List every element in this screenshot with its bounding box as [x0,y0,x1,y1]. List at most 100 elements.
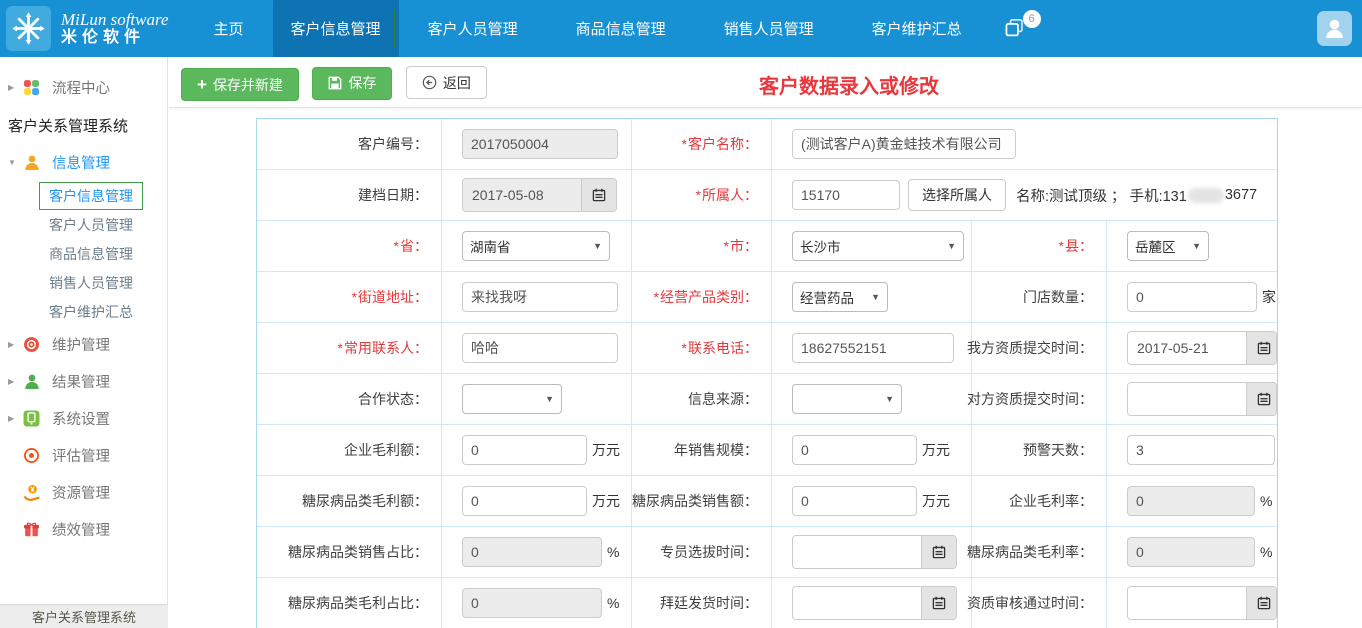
diabetes-sales-input[interactable] [792,486,917,516]
snowflake-icon [6,6,51,51]
form-field-cell: 湖南省▼ [442,221,632,271]
calendar-icon[interactable] [1246,332,1277,364]
form-field-cell: ▼ [772,374,972,424]
date-value-input[interactable] [1128,383,1246,415]
date-value-input[interactable] [1128,332,1246,364]
nav-item-label: 客户维护汇总 [858,9,976,48]
warning-days-input[interactable] [1127,435,1275,465]
calendar-icon[interactable] [581,179,616,211]
sidebar-subitem-customer-maintenance-summary[interactable]: 客户维护汇总 [0,297,167,326]
contact-phone-input[interactable] [792,333,954,363]
create-date-input [462,178,617,212]
product-category-select[interactable]: 经营药品▼ [792,282,888,312]
date-value-input [463,179,581,211]
sidebar-item-process-center[interactable]: ▶流程中心 [0,69,167,106]
date-value-input[interactable] [793,536,921,568]
open-tabs-indicator[interactable]: 6 [1003,0,1037,57]
street-address-input[interactable] [462,282,618,312]
store-count-input[interactable] [1127,282,1257,312]
date-value-input[interactable] [793,587,921,619]
form-field-cell: % [442,527,632,577]
sidebar-item-evaluation-management[interactable]: 评估管理 [0,437,167,474]
save-button[interactable]: 保存 [312,67,392,100]
gross-margin-input [1127,486,1255,516]
owner-label: *所属人： [632,170,772,220]
sidebar-item-result-management[interactable]: ▶结果管理 [0,363,167,400]
nav-item-label: 销售人员管理 [710,9,828,48]
sidebar-subitem-sales-staff-management[interactable]: 销售人员管理 [0,268,167,297]
required-asterisk: * [682,340,687,356]
county-select[interactable]: 岳麓区▼ [1127,231,1209,261]
info-source-select[interactable]: ▼ [792,384,902,414]
user-avatar[interactable] [1317,11,1352,46]
maintain-icon [23,336,40,353]
gross-profit-label: 企业毛利额： [257,425,442,475]
form-row: *街道地址：*经营产品类别：经营药品▼门店数量：家 [257,272,1277,323]
sidebar-item-info-management[interactable]: ▼信息管理 [0,144,167,181]
info-source-label: 信息来源： [632,374,772,424]
save-and-new-button[interactable]: + 保存并新建 [181,68,299,101]
form-field-cell: 万元 [442,425,632,475]
sidebar-subitem-customer-staff-management[interactable]: 客户人员管理 [0,210,167,239]
form-field-cell [1107,425,1277,475]
save-and-new-label: 保存并新建 [213,75,283,95]
top-header: MiLun software 米伦软件 主页客户信息管理客户人员管理商品信息管理… [0,0,1362,57]
unit-label: 万元 [922,440,950,460]
sidebar-item-resource-management[interactable]: 资源管理 [0,474,167,511]
contact-person-input[interactable] [462,333,618,363]
nav-item-customer-maintenance-summary[interactable]: 客户维护汇总 [843,0,991,57]
form-field-cell: % [1107,476,1277,526]
select-owner-button[interactable]: 选择所属人 [908,179,1006,211]
required-asterisk: * [724,238,729,254]
target-icon [23,447,40,464]
form-field-cell [442,170,632,220]
customer-name-input[interactable] [792,129,1016,159]
gross-profit-input[interactable] [462,435,587,465]
calendar-icon[interactable] [1246,383,1277,415]
logo-text: MiLun software 米伦软件 [61,10,169,48]
select-value: 岳麓区 [1135,236,1176,256]
form-field-cell: 岳麓区▼ [1107,221,1277,271]
county-label: *县： [972,221,1107,271]
save-label: 保存 [348,73,376,93]
cooperation-status-label: 合作状态： [257,374,442,424]
nav-item-home[interactable]: 主页 [185,0,273,57]
calendar-icon [932,596,946,610]
nav-item-product-info-management[interactable]: 商品信息管理 [547,0,695,57]
date-value-input[interactable] [1128,587,1246,619]
calendar-icon[interactable] [921,587,956,619]
form-field-cell: 长沙市▼ [772,221,972,271]
sidebar-subitem-label: 客户人员管理 [49,215,133,235]
sidebar-item-performance-management[interactable]: 绩效管理 [0,511,167,548]
contact-phone-label: *联系电话： [632,323,772,373]
calendar-icon[interactable] [1246,587,1277,619]
annual-sales-input[interactable] [792,435,917,465]
chevron-down-icon: ▼ [885,394,894,404]
form-field-cell: ▼ [442,374,632,424]
calendar-icon [1257,392,1271,406]
customer-code-input [462,129,618,159]
nav-item-sales-staff-management[interactable]: 销售人员管理 [695,0,843,57]
nav-item-label: 商品信息管理 [562,9,680,48]
sidebar-subitem-product-info-management[interactable]: 商品信息管理 [0,239,167,268]
sidebar-subitem-customer-info-management[interactable]: 客户信息管理 [0,181,167,210]
person-orange-icon [23,154,41,172]
logo-subtitle: 米伦软件 [61,29,169,47]
diabetes-gross-profit-input[interactable] [462,486,587,516]
settings-icon [23,410,40,427]
sidebar-item-system-settings[interactable]: ▶系统设置 [0,400,167,437]
back-icon [422,75,437,90]
owner-input[interactable] [792,180,900,210]
calendar-icon[interactable] [921,536,956,568]
back-button[interactable]: 返回 [406,66,487,99]
city-select[interactable]: 长沙市▼ [792,231,964,261]
sidebar-item-maintenance-management[interactable]: ▶维护管理 [0,326,167,363]
nav-item-customer-staff-management[interactable]: 客户人员管理 [399,0,547,57]
province-select[interactable]: 湖南省▼ [462,231,610,261]
form-field-cell [772,323,972,373]
chevron-right-icon: ▶ [8,414,23,423]
nav-item-customer-info-management[interactable]: 客户信息管理 [273,0,399,57]
select-value: 经营药品 [800,287,854,307]
cooperation-status-select[interactable]: ▼ [462,384,562,414]
sidebar-item-label: 维护管理 [52,334,110,355]
